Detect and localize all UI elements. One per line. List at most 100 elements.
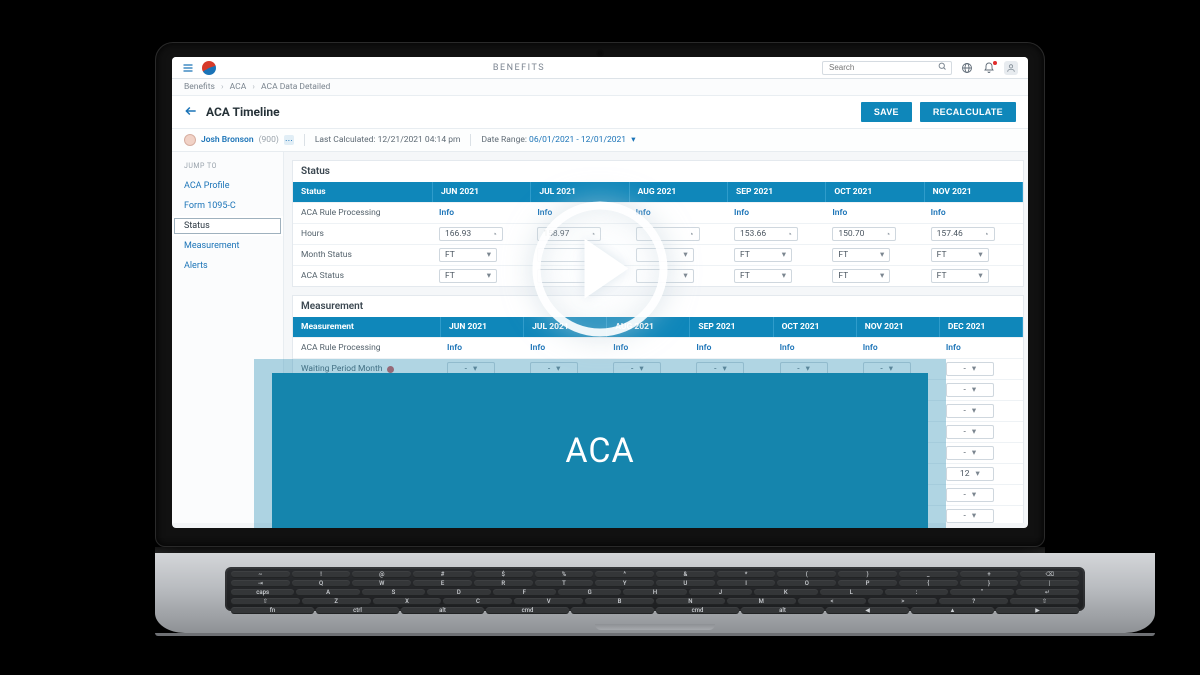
keyboard-key: ⇧: [231, 598, 300, 605]
measurement-select[interactable]: -▾: [940, 400, 1023, 421]
status-info-link[interactable]: Info: [925, 202, 1023, 223]
status-column-header: SEP 2021: [728, 182, 826, 202]
keyboard-key: ▲: [911, 607, 994, 614]
hours-input-cell[interactable]: 166.93◔: [433, 223, 531, 244]
month-status-select[interactable]: FT▾: [925, 244, 1023, 265]
chevron-down-icon: ▾: [972, 427, 976, 437]
keyboard-key: ctrl: [316, 607, 399, 614]
measurement-select[interactable]: -▾: [940, 442, 1023, 463]
keyboard-key: @: [352, 571, 411, 578]
keyboard-key: +: [960, 571, 1019, 578]
month-status-select[interactable]: FT▾: [826, 244, 924, 265]
clock-icon: ◔: [787, 229, 792, 240]
aca-status-select[interactable]: FT▾: [925, 265, 1023, 286]
chevron-down-icon: ▾: [972, 364, 976, 374]
keyboard-key: O: [777, 580, 836, 587]
hamburger-icon[interactable]: [182, 62, 194, 74]
status-row-label: Month Status: [293, 244, 433, 265]
chevron-down-icon: ▾: [683, 271, 687, 281]
chevron-down-icon: ▾: [978, 250, 982, 260]
sidebar-item-aca-profile[interactable]: ACA Profile: [172, 176, 283, 196]
status-column-header: JUL 2021: [531, 182, 629, 202]
chevron-right-icon: ›: [252, 82, 255, 92]
measurement-select[interactable]: -▾: [940, 484, 1023, 505]
search-icon[interactable]: [938, 62, 947, 74]
aca-banner-overlay: ACA: [272, 373, 928, 528]
keyboard-key: alt: [741, 607, 824, 614]
aca-status-select[interactable]: FT▾: [728, 265, 826, 286]
status-info-link[interactable]: Info: [728, 202, 826, 223]
measurement-info-link[interactable]: Info: [690, 337, 773, 358]
measurement-select[interactable]: -▾: [940, 358, 1023, 379]
keyboard-key: J: [689, 589, 752, 596]
hours-input-cell[interactable]: 157.46◔: [925, 223, 1023, 244]
measurement-column-header: DEC 2021: [940, 317, 1023, 337]
month-status-select[interactable]: FT▾: [728, 244, 826, 265]
status-info-link[interactable]: Info: [433, 202, 531, 223]
top-bar: BENEFITS: [172, 57, 1028, 79]
save-button[interactable]: SAVE: [861, 102, 912, 122]
keyboard-key: fn: [231, 607, 314, 614]
keyboard-key: D: [427, 589, 490, 596]
measurement-select[interactable]: -▾: [940, 379, 1023, 400]
breadcrumb-item[interactable]: Benefits: [184, 82, 215, 92]
measurement-column-header: NOV 2021: [857, 317, 940, 337]
month-status-select[interactable]: FT▾: [433, 244, 531, 265]
clock-icon: ◔: [984, 229, 989, 240]
keyboard-key: &: [656, 571, 715, 578]
keyboard-key: R: [474, 580, 533, 587]
sidebar-item-measurement[interactable]: Measurement: [172, 236, 283, 256]
keyboard-key: :: [885, 589, 948, 596]
status-column-header: Status: [293, 182, 433, 202]
status-column-header: OCT 2021: [826, 182, 924, 202]
keyboard-key: C: [443, 598, 512, 605]
hours-input-cell[interactable]: 153.66◔: [728, 223, 826, 244]
keyboard-key: M: [727, 598, 796, 605]
profile-avatar[interactable]: [1004, 61, 1018, 75]
breadcrumb-item[interactable]: ACA: [230, 82, 247, 92]
measurement-select[interactable]: -▾: [940, 505, 1023, 523]
keyboard-key: L: [820, 589, 883, 596]
info-bar: Josh Bronson (900) ⋯ Last Calculated: 12…: [172, 129, 1028, 152]
aca-status-select[interactable]: FT▾: [433, 265, 531, 286]
chevron-down-icon: ▾: [972, 448, 976, 458]
measurement-info-link[interactable]: Info: [524, 337, 607, 358]
keyboard-key: |: [1020, 580, 1079, 587]
play-button[interactable]: [533, 201, 668, 336]
breadcrumb-item[interactable]: ACA Data Detailed: [261, 82, 330, 92]
measurement-info-link[interactable]: Info: [607, 337, 690, 358]
keyboard-key: Q: [292, 580, 351, 587]
keyboard-key: F: [493, 589, 556, 596]
keyboard-key: ^: [595, 571, 654, 578]
keyboard-key: W: [352, 580, 411, 587]
keyboard-key: $: [474, 571, 533, 578]
date-range-picker[interactable]: Date Range: 06/01/2021 - 12/01/2021 ▾: [481, 135, 635, 145]
clock-icon: ◔: [885, 229, 890, 240]
bell-icon[interactable]: [982, 62, 996, 74]
hours-input-cell[interactable]: 150.70◔: [826, 223, 924, 244]
ellipsis-icon[interactable]: ⋯: [284, 135, 294, 145]
aca-status-select[interactable]: FT▾: [826, 265, 924, 286]
sidebar-item-alerts[interactable]: Alerts: [172, 256, 283, 276]
user-id: (900): [259, 135, 279, 145]
search-input[interactable]: [827, 62, 934, 73]
back-arrow-icon[interactable]: [184, 104, 198, 121]
measurement-info-link[interactable]: Info: [940, 337, 1023, 358]
keyboard-key: !: [292, 571, 351, 578]
measurement-column-header: Measurement: [293, 317, 441, 337]
chevron-down-icon: ▾: [631, 135, 635, 145]
measurement-info-link[interactable]: Info: [774, 337, 857, 358]
globe-icon[interactable]: [960, 62, 974, 74]
search-box[interactable]: [822, 61, 952, 75]
measurement-select[interactable]: -▾: [940, 421, 1023, 442]
sidebar-item-status[interactable]: Status: [172, 216, 283, 236]
measurement-info-link[interactable]: Info: [857, 337, 940, 358]
user-chip[interactable]: Josh Bronson (900) ⋯: [184, 134, 294, 146]
status-info-link[interactable]: Info: [826, 202, 924, 223]
measurement-select[interactable]: 12▾: [940, 463, 1023, 484]
measurement-info-link[interactable]: Info: [441, 337, 524, 358]
sidebar-item-form-1095-c[interactable]: Form 1095-C: [172, 196, 283, 216]
chevron-down-icon: ▾: [782, 271, 786, 281]
recalculate-button[interactable]: RECALCULATE: [920, 102, 1016, 122]
keyboard-key: %: [535, 571, 594, 578]
